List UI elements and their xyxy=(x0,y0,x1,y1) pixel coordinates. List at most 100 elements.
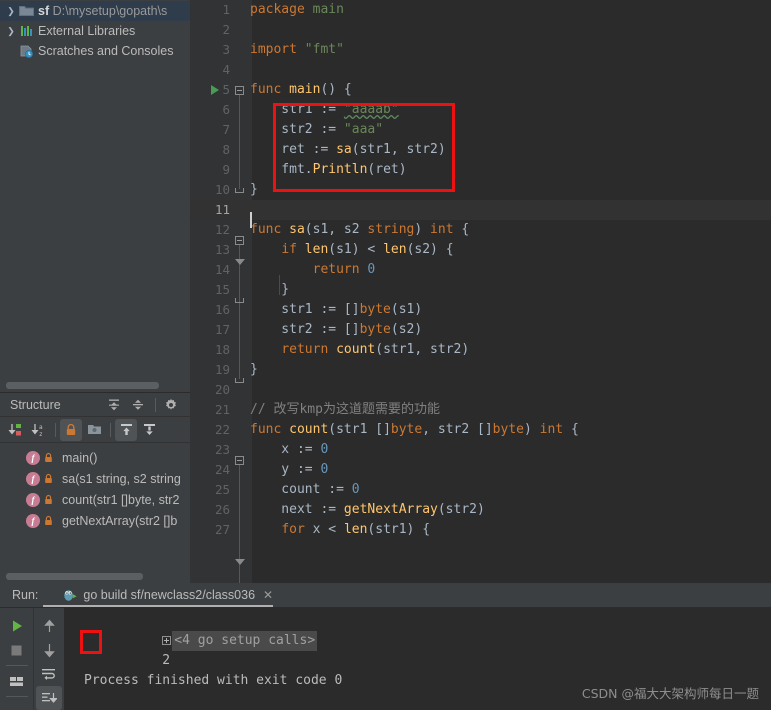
code-line[interactable]: 3 import "fmt" xyxy=(190,40,771,60)
code-token: (str1) { xyxy=(367,522,431,537)
code-line[interactable]: 19} xyxy=(190,360,771,380)
code-token: return xyxy=(281,342,329,357)
code-line[interactable]: 12 func sa(s1, s2 string) int { xyxy=(190,220,771,240)
code-line[interactable]: 10} xyxy=(190,180,771,200)
down-arrow-icon[interactable] xyxy=(36,638,62,662)
project-tree[interactable]: ❯ sf D:\mysetup\gopath\s ❯ External Libr… xyxy=(0,0,190,375)
code-line[interactable]: 16 str1 := []byte(s1) xyxy=(190,300,771,320)
code-line-text: str2 := []byte(s2) xyxy=(250,320,422,340)
code-token: ) xyxy=(414,222,431,237)
code-line[interactable]: 27 for x < len(str1) { xyxy=(190,520,771,540)
fold-marker-icon[interactable] xyxy=(235,456,244,465)
fold-marker-icon[interactable] xyxy=(235,86,244,95)
go-gopher-icon xyxy=(62,588,77,603)
code-token: { xyxy=(563,422,579,437)
code-line[interactable]: 14 return 0 xyxy=(190,260,771,280)
code-line[interactable]: 24 y := 0 xyxy=(190,460,771,480)
run-button-icon[interactable] xyxy=(4,614,30,638)
code-token: func xyxy=(250,422,290,437)
fold-end-marker-icon[interactable] xyxy=(235,378,244,383)
svg-text:a: a xyxy=(39,424,43,431)
line-number: 21 xyxy=(214,402,230,417)
code-line[interactable]: 2 xyxy=(190,20,771,40)
scroll-to-end-icon[interactable] xyxy=(36,686,62,710)
line-number: 26 xyxy=(214,502,230,517)
structure-item[interactable]: f getNextArray(str2 []b xyxy=(0,510,190,531)
code-line-text: func sa(s1, s2 string) int { xyxy=(250,220,469,240)
code-line[interactable]: 1 package main xyxy=(190,0,771,20)
line-number: 5 xyxy=(222,82,230,97)
tree-item-sf[interactable]: ❯ sf D:\mysetup\gopath\s xyxy=(0,1,190,21)
console-line-setup-calls[interactable]: <4 go setup calls> xyxy=(64,611,771,651)
structure-horizontal-scrollbar[interactable] xyxy=(6,573,143,580)
tree-spacer: ❯ xyxy=(4,44,18,58)
fold-end-marker-icon[interactable] xyxy=(235,188,244,193)
code-line-text: } xyxy=(250,280,289,300)
code-line[interactable]: 7 str2 := "aaa" xyxy=(190,120,771,140)
structure-item[interactable]: f sa(s1 string, s2 string xyxy=(0,468,190,489)
fold-region-rail xyxy=(239,95,240,189)
expand-all-icon[interactable] xyxy=(103,394,125,416)
sort-alphabetically-icon[interactable]: a z xyxy=(28,419,50,441)
structure-item-label: getNextArray(str2 []b xyxy=(62,513,178,528)
code-token: , str2 [] xyxy=(422,422,493,437)
line-number: 3 xyxy=(222,42,230,57)
sort-by-visibility-icon[interactable] xyxy=(5,419,27,441)
structure-list[interactable]: f main() f sa(s1 string, s2 string f cou… xyxy=(0,443,190,531)
code-line[interactable]: 9 fmt.Println(ret) xyxy=(190,160,771,180)
group-icon[interactable] xyxy=(83,419,105,441)
show-fields-icon[interactable] xyxy=(138,419,160,441)
code-line[interactable]: 18 return count(str1, str2) xyxy=(190,340,771,360)
code-line[interactable]: 20 xyxy=(190,380,771,400)
structure-item[interactable]: f count(str1 []byte, str2 xyxy=(0,489,190,510)
editor-lines: 1 package main 2 3 import "fmt" 4 5 func main()… xyxy=(190,0,771,540)
code-line[interactable]: 8 ret := sa(str1, str2) xyxy=(190,140,771,160)
structure-toolbar: a z xyxy=(0,417,190,443)
show-non-public-icon[interactable] xyxy=(60,418,82,441)
chevron-right-icon[interactable]: ❯ xyxy=(4,4,18,18)
collapse-all-icon[interactable] xyxy=(127,394,149,416)
fold-marker-icon[interactable] xyxy=(235,236,244,245)
soft-wrap-icon[interactable] xyxy=(36,662,62,686)
code-line[interactable]: 15 } xyxy=(190,280,771,300)
line-number: 4 xyxy=(222,62,230,77)
code-line[interactable]: 22 func count(str1 []byte, str2 []byte) i… xyxy=(190,420,771,440)
lock-icon xyxy=(44,452,56,463)
caret-line-highlight xyxy=(190,200,771,220)
fold-end-marker-icon[interactable] xyxy=(235,298,244,303)
scratches-icon xyxy=(18,43,35,59)
code-line[interactable]: 11 xyxy=(190,200,771,220)
line-number: 12 xyxy=(214,222,230,237)
layout-toggle-icon[interactable] xyxy=(4,669,30,693)
fold-region-rail xyxy=(239,245,240,379)
code-line[interactable]: 21 // 改写kmp为这道题需要的功能 xyxy=(190,400,771,420)
code-line[interactable]: 23 x := 0 xyxy=(190,440,771,460)
code-token: sa xyxy=(289,222,305,237)
fold-marker-icon[interactable] xyxy=(235,259,245,265)
code-line[interactable]: 5 func main() { xyxy=(190,80,771,100)
run-gutter-marker-icon[interactable] xyxy=(211,85,219,95)
stop-button-icon[interactable] xyxy=(4,638,30,662)
code-token: import xyxy=(250,42,305,57)
tree-item-external-libraries[interactable]: ❯ External Libraries xyxy=(0,21,190,41)
code-line[interactable]: 6 str1 := "aaaab" xyxy=(190,100,771,120)
gear-icon[interactable] xyxy=(160,394,182,416)
code-line[interactable]: 25 count := 0 xyxy=(190,480,771,500)
up-arrow-icon[interactable] xyxy=(36,614,62,638)
code-line[interactable]: 4 xyxy=(190,60,771,80)
structure-item[interactable]: f main() xyxy=(0,447,190,468)
project-horizontal-scrollbar[interactable] xyxy=(6,382,159,389)
show-inherited-icon[interactable] xyxy=(115,418,137,441)
code-line[interactable]: 13 if len(s1) < len(s2) { xyxy=(190,240,771,260)
code-line[interactable]: 26 next := getNextArray(str2) xyxy=(190,500,771,520)
run-config-tab[interactable]: go build sf/newclass2/class036 ✕ xyxy=(56,583,279,608)
code-line[interactable]: 17 str2 := []byte(s2) xyxy=(190,320,771,340)
fold-marker-icon[interactable] xyxy=(235,559,245,565)
code-line-text: str2 := "aaa" xyxy=(250,120,383,140)
close-icon[interactable]: ✕ xyxy=(263,588,273,602)
code-line-text: for x < len(str1) { xyxy=(250,520,430,540)
chevron-right-icon[interactable]: ❯ xyxy=(4,24,18,38)
run-toolbar-right xyxy=(34,608,64,710)
code-editor[interactable]: 1 package main 2 3 import "fmt" 4 5 func main()… xyxy=(190,0,771,583)
tree-item-scratches[interactable]: ❯ Scratches and Consoles xyxy=(0,41,190,61)
